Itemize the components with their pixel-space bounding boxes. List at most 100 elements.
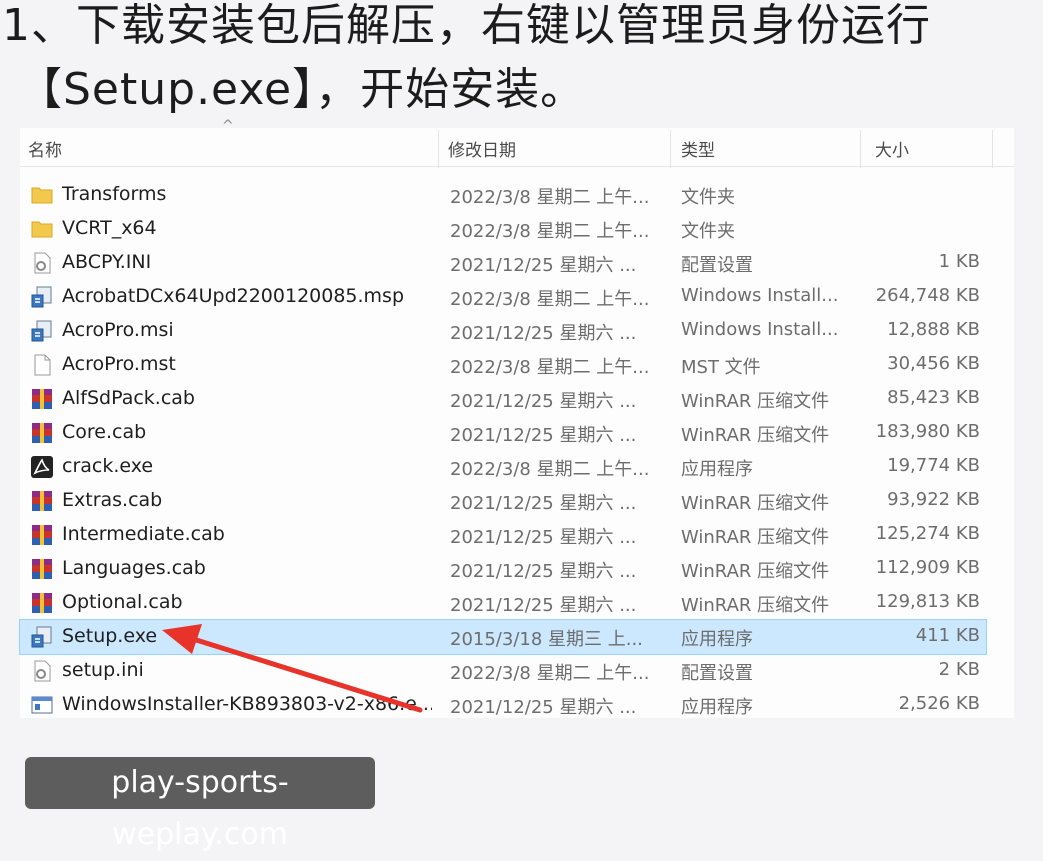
file-name: crack.exe bbox=[62, 455, 154, 477]
column-divider[interactable] bbox=[860, 130, 861, 168]
file-name: AcroPro.mst bbox=[62, 353, 176, 375]
file-name: Setup.exe bbox=[62, 625, 158, 647]
file-size: 129,813 KB bbox=[875, 591, 980, 612]
column-header-name[interactable]: 名称 bbox=[28, 136, 62, 161]
file-name: ABCPY.INI bbox=[62, 251, 152, 273]
file-row[interactable]: AcroPro.msi 2021/12/25 星期六 ... Windows Ins… bbox=[20, 314, 986, 348]
installer-icon bbox=[30, 285, 54, 309]
step1-instruction-line2: 【Setup.exe】，开始安装。 bbox=[18, 64, 586, 115]
file-row[interactable]: VCRT_x64 2022/3/8 星期二 上午... 文件夹 bbox=[20, 212, 986, 246]
column-header-row: ^ 名称 修改日期 类型 大小 bbox=[20, 118, 1014, 168]
file-size: 12,888 KB bbox=[887, 319, 980, 340]
column-header-size[interactable]: 大小 bbox=[875, 136, 909, 161]
column-divider[interactable] bbox=[992, 130, 993, 168]
settings-file-icon bbox=[30, 659, 54, 683]
file-modified-date: 2022/3/8 星期二 上午... bbox=[450, 221, 650, 242]
installer-icon bbox=[30, 625, 54, 649]
file-modified-date: 2021/12/25 星期六 ... bbox=[450, 255, 637, 276]
file-type: WinRAR 压缩文件 bbox=[681, 391, 830, 412]
file-modified-date: 2022/3/8 星期二 上午... bbox=[450, 289, 650, 310]
file-name: Languages.cab bbox=[62, 557, 206, 579]
acrobat-icon bbox=[30, 455, 54, 479]
file-row[interactable]: ABCPY.INI 2021/12/25 星期六 ... 配置设置 1 KB bbox=[20, 246, 986, 280]
column-divider[interactable] bbox=[438, 130, 439, 168]
file-type: WinRAR 压缩文件 bbox=[681, 527, 830, 548]
file-name: AlfSdPack.cab bbox=[62, 387, 195, 409]
column-header-type[interactable]: 类型 bbox=[681, 136, 715, 161]
file-type: WinRAR 压缩文件 bbox=[681, 595, 830, 616]
step1-instruction-line1: 1、下载安装包后解压，右键以管理员身份运行 bbox=[2, 0, 931, 51]
file-modified-date: 2022/3/8 星期二 上午... bbox=[450, 663, 650, 684]
file-type: WinRAR 压缩文件 bbox=[681, 493, 830, 514]
file-name: Transforms bbox=[62, 183, 167, 205]
file-type: MST 文件 bbox=[681, 357, 761, 378]
settings-file-icon bbox=[30, 251, 54, 275]
file-modified-date: 2021/12/25 星期六 ... bbox=[450, 561, 637, 582]
file-name: Extras.cab bbox=[62, 489, 163, 511]
winrar-icon bbox=[30, 557, 54, 581]
file-size: 411 KB bbox=[915, 625, 980, 646]
red-arrow-annotation bbox=[162, 624, 423, 713]
file-size: 93,922 KB bbox=[887, 489, 980, 510]
file-name: Intermediate.cab bbox=[62, 523, 225, 545]
file-size: 264,748 KB bbox=[875, 285, 980, 306]
file-type: 应用程序 bbox=[681, 459, 753, 480]
file-type: WinRAR 压缩文件 bbox=[681, 561, 830, 582]
file-name: setup.ini bbox=[62, 659, 144, 681]
file-modified-date: 2021/12/25 星期六 ... bbox=[450, 391, 637, 412]
file-name: AcroPro.msi bbox=[62, 319, 174, 341]
file-row[interactable]: Extras.cab 2021/12/25 星期六 ... WinRAR 压缩文件 9… bbox=[20, 484, 986, 518]
file-type: 应用程序 bbox=[681, 697, 753, 718]
file-type: 文件夹 bbox=[681, 221, 735, 242]
windows-app-icon bbox=[30, 693, 54, 717]
watermark-label: play-sports-weplay.com bbox=[25, 757, 375, 852]
file-row[interactable]: Transforms 2022/3/8 星期二 上午... 文件夹 bbox=[20, 178, 986, 212]
file-modified-date: 2021/12/25 星期六 ... bbox=[450, 595, 637, 616]
column-header-date[interactable]: 修改日期 bbox=[448, 136, 516, 161]
file-modified-date: 2022/3/8 星期二 上午... bbox=[450, 459, 650, 480]
file-size: 125,274 KB bbox=[875, 523, 980, 544]
column-divider[interactable] bbox=[670, 130, 671, 168]
file-modified-date: 2022/3/8 星期二 上午... bbox=[450, 187, 650, 208]
file-modified-date: 2021/12/25 星期六 ... bbox=[450, 527, 637, 548]
file-row[interactable]: Languages.cab 2021/12/25 星期六 ... WinRAR 压缩… bbox=[20, 552, 986, 586]
sort-ascending-icon: ^ bbox=[222, 118, 234, 134]
file-row[interactable]: AcroPro.mst 2022/3/8 星期二 上午... MST 文件 30,45… bbox=[20, 348, 986, 382]
winrar-icon bbox=[30, 387, 54, 411]
winrar-icon bbox=[30, 421, 54, 445]
file-modified-date: 2021/12/25 星期六 ... bbox=[450, 323, 637, 344]
winrar-icon bbox=[30, 591, 54, 615]
file-modified-date: 2015/3/18 星期三 上... bbox=[450, 629, 643, 650]
blank-file-icon bbox=[30, 353, 54, 377]
file-type: 配置设置 bbox=[681, 663, 753, 684]
file-name: Optional.cab bbox=[62, 591, 183, 613]
file-modified-date: 2021/12/25 星期六 ... bbox=[450, 425, 637, 446]
file-row[interactable]: crack.exe 2022/3/8 星期二 上午... 应用程序 19,774 KB bbox=[20, 450, 986, 484]
file-row[interactable]: AlfSdPack.cab 2021/12/25 星期六 ... WinRAR 压缩… bbox=[20, 382, 986, 416]
file-row[interactable]: Intermediate.cab 2021/12/25 星期六 ... WinRAR… bbox=[20, 518, 986, 552]
folder-icon bbox=[30, 183, 54, 207]
file-size: 85,423 KB bbox=[887, 387, 980, 408]
file-type: 文件夹 bbox=[681, 187, 735, 208]
file-size: 1 KB bbox=[938, 251, 980, 272]
file-modified-date: 2021/12/25 星期六 ... bbox=[450, 697, 637, 718]
file-row[interactable]: AcrobatDCx64Upd2200120085.msp 2022/3/8 星期… bbox=[20, 280, 986, 314]
winrar-icon bbox=[30, 489, 54, 513]
file-type: 配置设置 bbox=[681, 255, 753, 276]
winrar-icon bbox=[30, 523, 54, 547]
file-type: Windows Install... bbox=[681, 319, 839, 340]
file-size: 19,774 KB bbox=[887, 455, 980, 476]
folder-icon bbox=[30, 217, 54, 241]
file-size: 2 KB bbox=[938, 659, 980, 680]
file-type: WinRAR 压缩文件 bbox=[681, 425, 830, 446]
file-row[interactable]: Core.cab 2021/12/25 星期六 ... WinRAR 压缩文件 183… bbox=[20, 416, 986, 450]
file-type: 应用程序 bbox=[681, 629, 753, 650]
file-modified-date: 2022/3/8 星期二 上午... bbox=[450, 357, 650, 378]
file-modified-date: 2021/12/25 星期六 ... bbox=[450, 493, 637, 514]
file-row[interactable]: Optional.cab 2021/12/25 星期六 ... WinRAR 压缩文… bbox=[20, 586, 986, 620]
file-size: 30,456 KB bbox=[887, 353, 980, 374]
file-name: Core.cab bbox=[62, 421, 147, 443]
file-size: 2,526 KB bbox=[898, 693, 980, 714]
file-type: Windows Install... bbox=[681, 285, 839, 306]
file-size: 112,909 KB bbox=[875, 557, 980, 578]
